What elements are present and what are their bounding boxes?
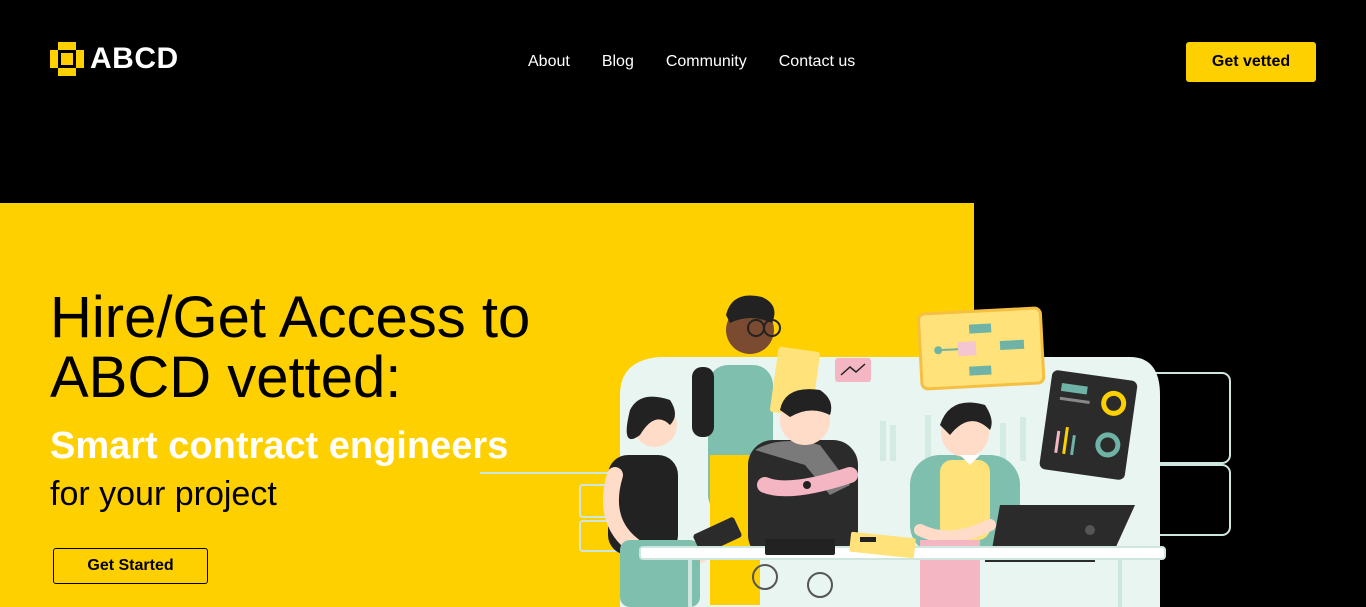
nav-link-blog[interactable]: Blog <box>602 52 634 72</box>
site-header: ABCD About Blog Community Contact us Get… <box>0 0 1366 203</box>
nav-link-about[interactable]: About <box>528 52 570 72</box>
brand-logo[interactable]: ABCD <box>50 40 179 78</box>
nav-link-community[interactable]: Community <box>666 52 747 72</box>
team-collaboration-illustration <box>480 295 1231 607</box>
logo-icon <box>50 42 84 76</box>
get-started-button[interactable]: Get Started <box>53 548 208 584</box>
nav-link-contact[interactable]: Contact us <box>779 52 855 72</box>
brand-name: ABCD <box>90 42 179 75</box>
hero-subtitle: Smart contract engineers <box>50 425 509 467</box>
hero-tagline: for your project <box>50 475 277 513</box>
main-nav: About Blog Community Contact us <box>528 52 855 72</box>
get-vetted-button[interactable]: Get vetted <box>1186 42 1316 82</box>
